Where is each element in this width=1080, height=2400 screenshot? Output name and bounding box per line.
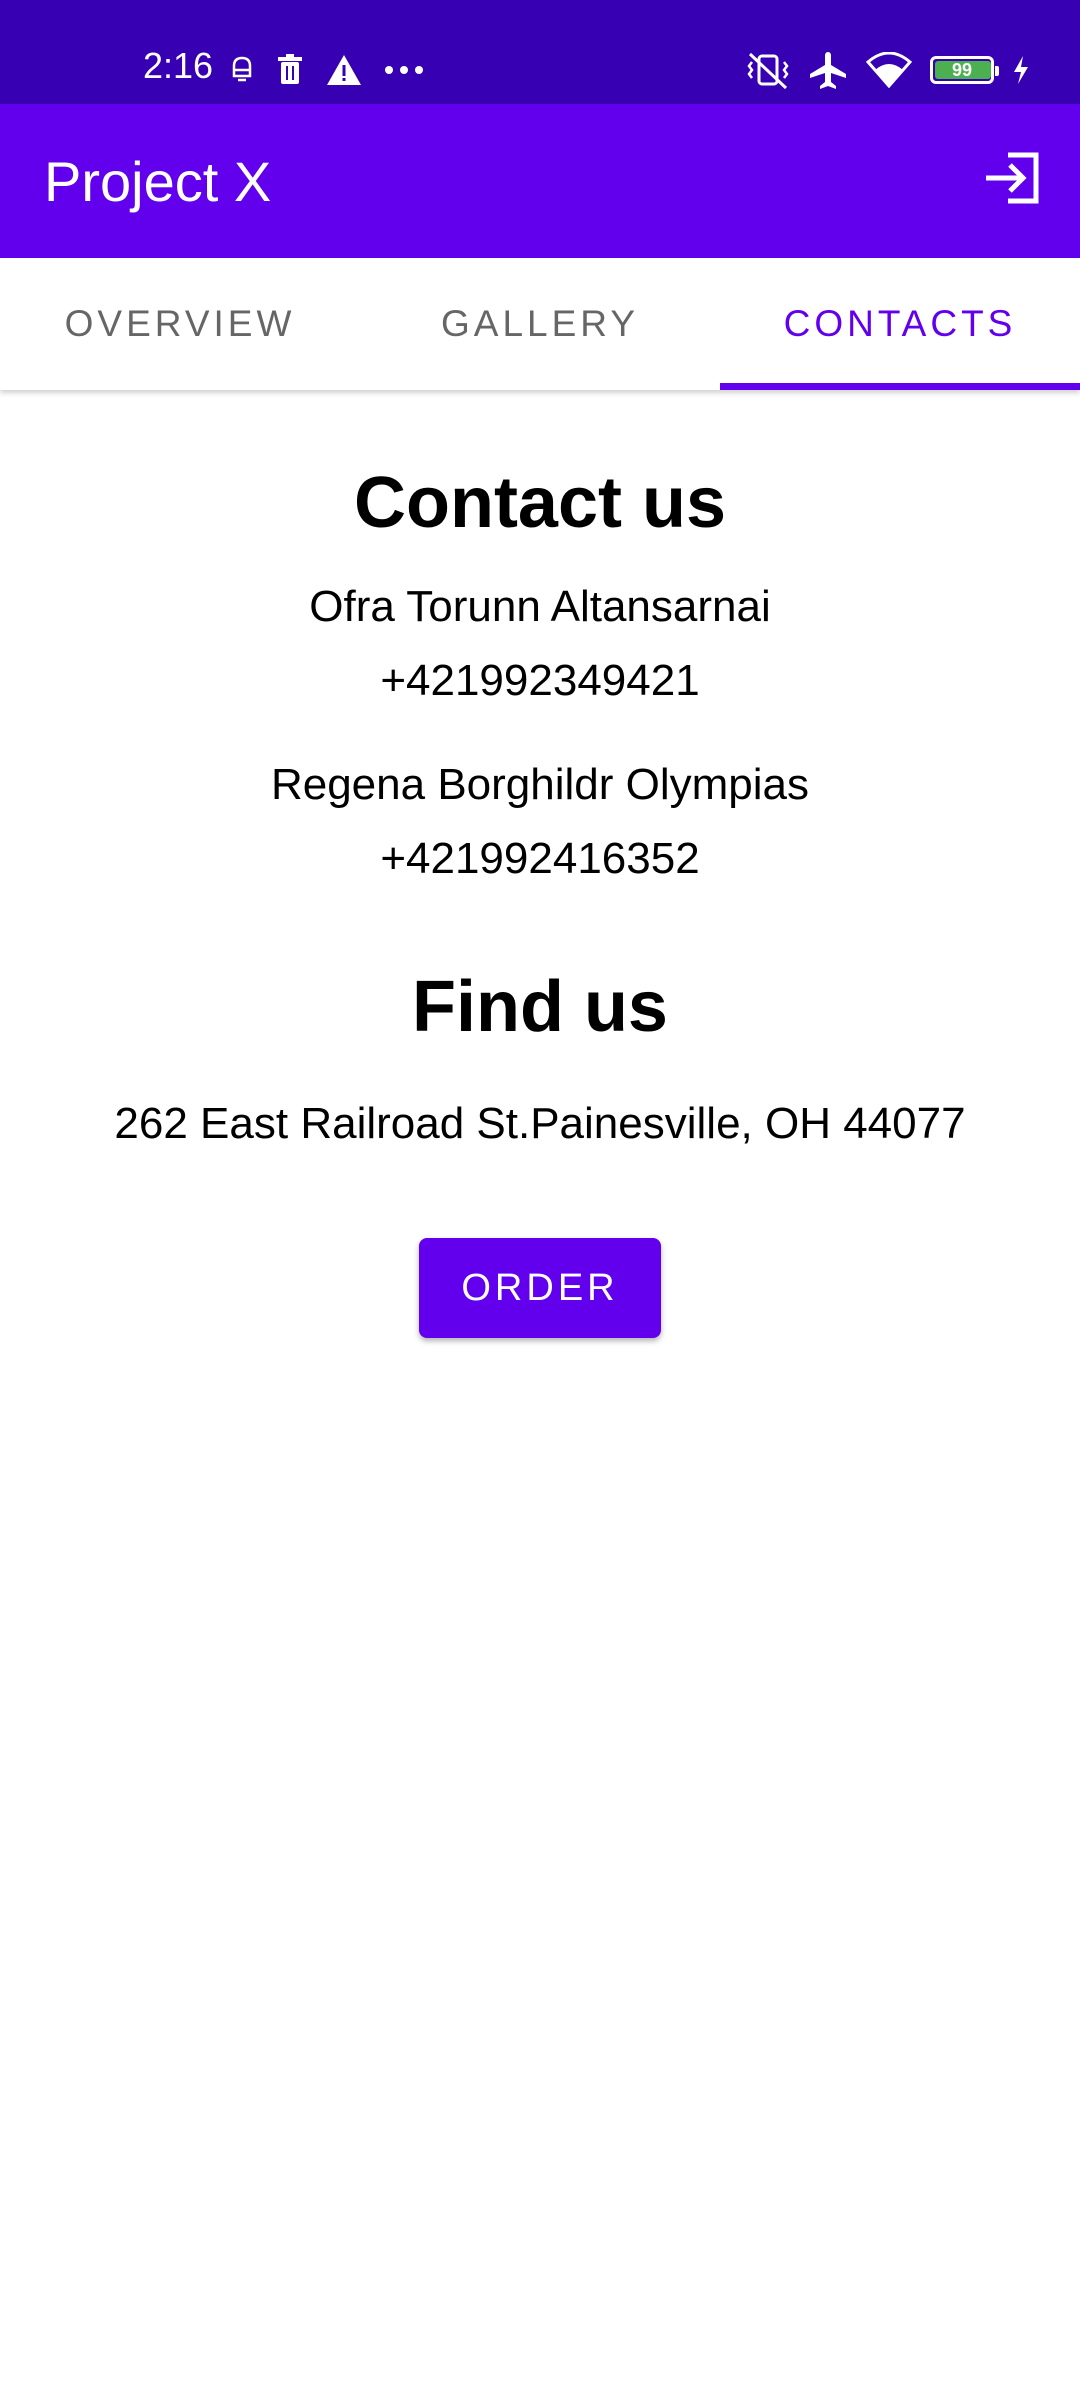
contact-phone[interactable]: +421992416352 [0,822,1080,896]
contact-item: Regena Borghildr Olympias +421992416352 [0,748,1080,896]
tab-label: GALLERY [440,303,640,344]
app-title: Project X [44,150,272,213]
status-bar: 2:16 99 [0,0,1080,104]
airplane-icon [808,50,848,90]
vibrate-off-icon [746,50,790,90]
battery-nub [995,66,999,76]
tab-overview[interactable]: OVERVIEW [0,258,360,390]
find-heading: Find us [412,967,668,1047]
address: 262 East Railroad St.Painesville, OH 440… [114,1099,966,1148]
more-dots-icon [384,65,424,75]
login-button[interactable] [980,148,1044,212]
status-time: 2:16 [143,45,214,86]
app-bar: Project X [0,104,1080,258]
login-icon [982,151,1042,210]
status-right-icons: 99 [746,48,1030,92]
warning-icon [326,54,362,86]
notification-icon [230,54,254,86]
trash-icon [276,54,304,86]
tab-bar: OVERVIEW GALLERY CONTACTS [0,258,1080,390]
tab-label: CONTACTS [783,303,1017,344]
contact-name: Ofra Torunn Altansarnai [309,582,771,631]
tab-label: OVERVIEW [64,303,296,344]
tab-contacts[interactable]: CONTACTS [720,258,1080,390]
contact-name: Regena Borghildr Olympias [270,760,810,809]
contact-phone[interactable]: +421992349421 [0,644,1080,718]
battery-level: 99 [951,60,973,80]
tab-gallery[interactable]: GALLERY [360,258,720,390]
status-left-icons [230,52,424,88]
contacts-content: Contact us Ofra Torunn Altansarnai +4219… [0,390,1080,1338]
wifi-icon [866,52,912,88]
order-button[interactable]: ORDER [419,1238,661,1338]
contact-heading: Contact us [353,463,727,543]
charging-icon [1012,55,1030,85]
contact-item: Ofra Torunn Altansarnai +421992349421 [0,570,1080,718]
battery-icon: 99 [930,56,999,84]
tab-indicator [720,383,1080,390]
